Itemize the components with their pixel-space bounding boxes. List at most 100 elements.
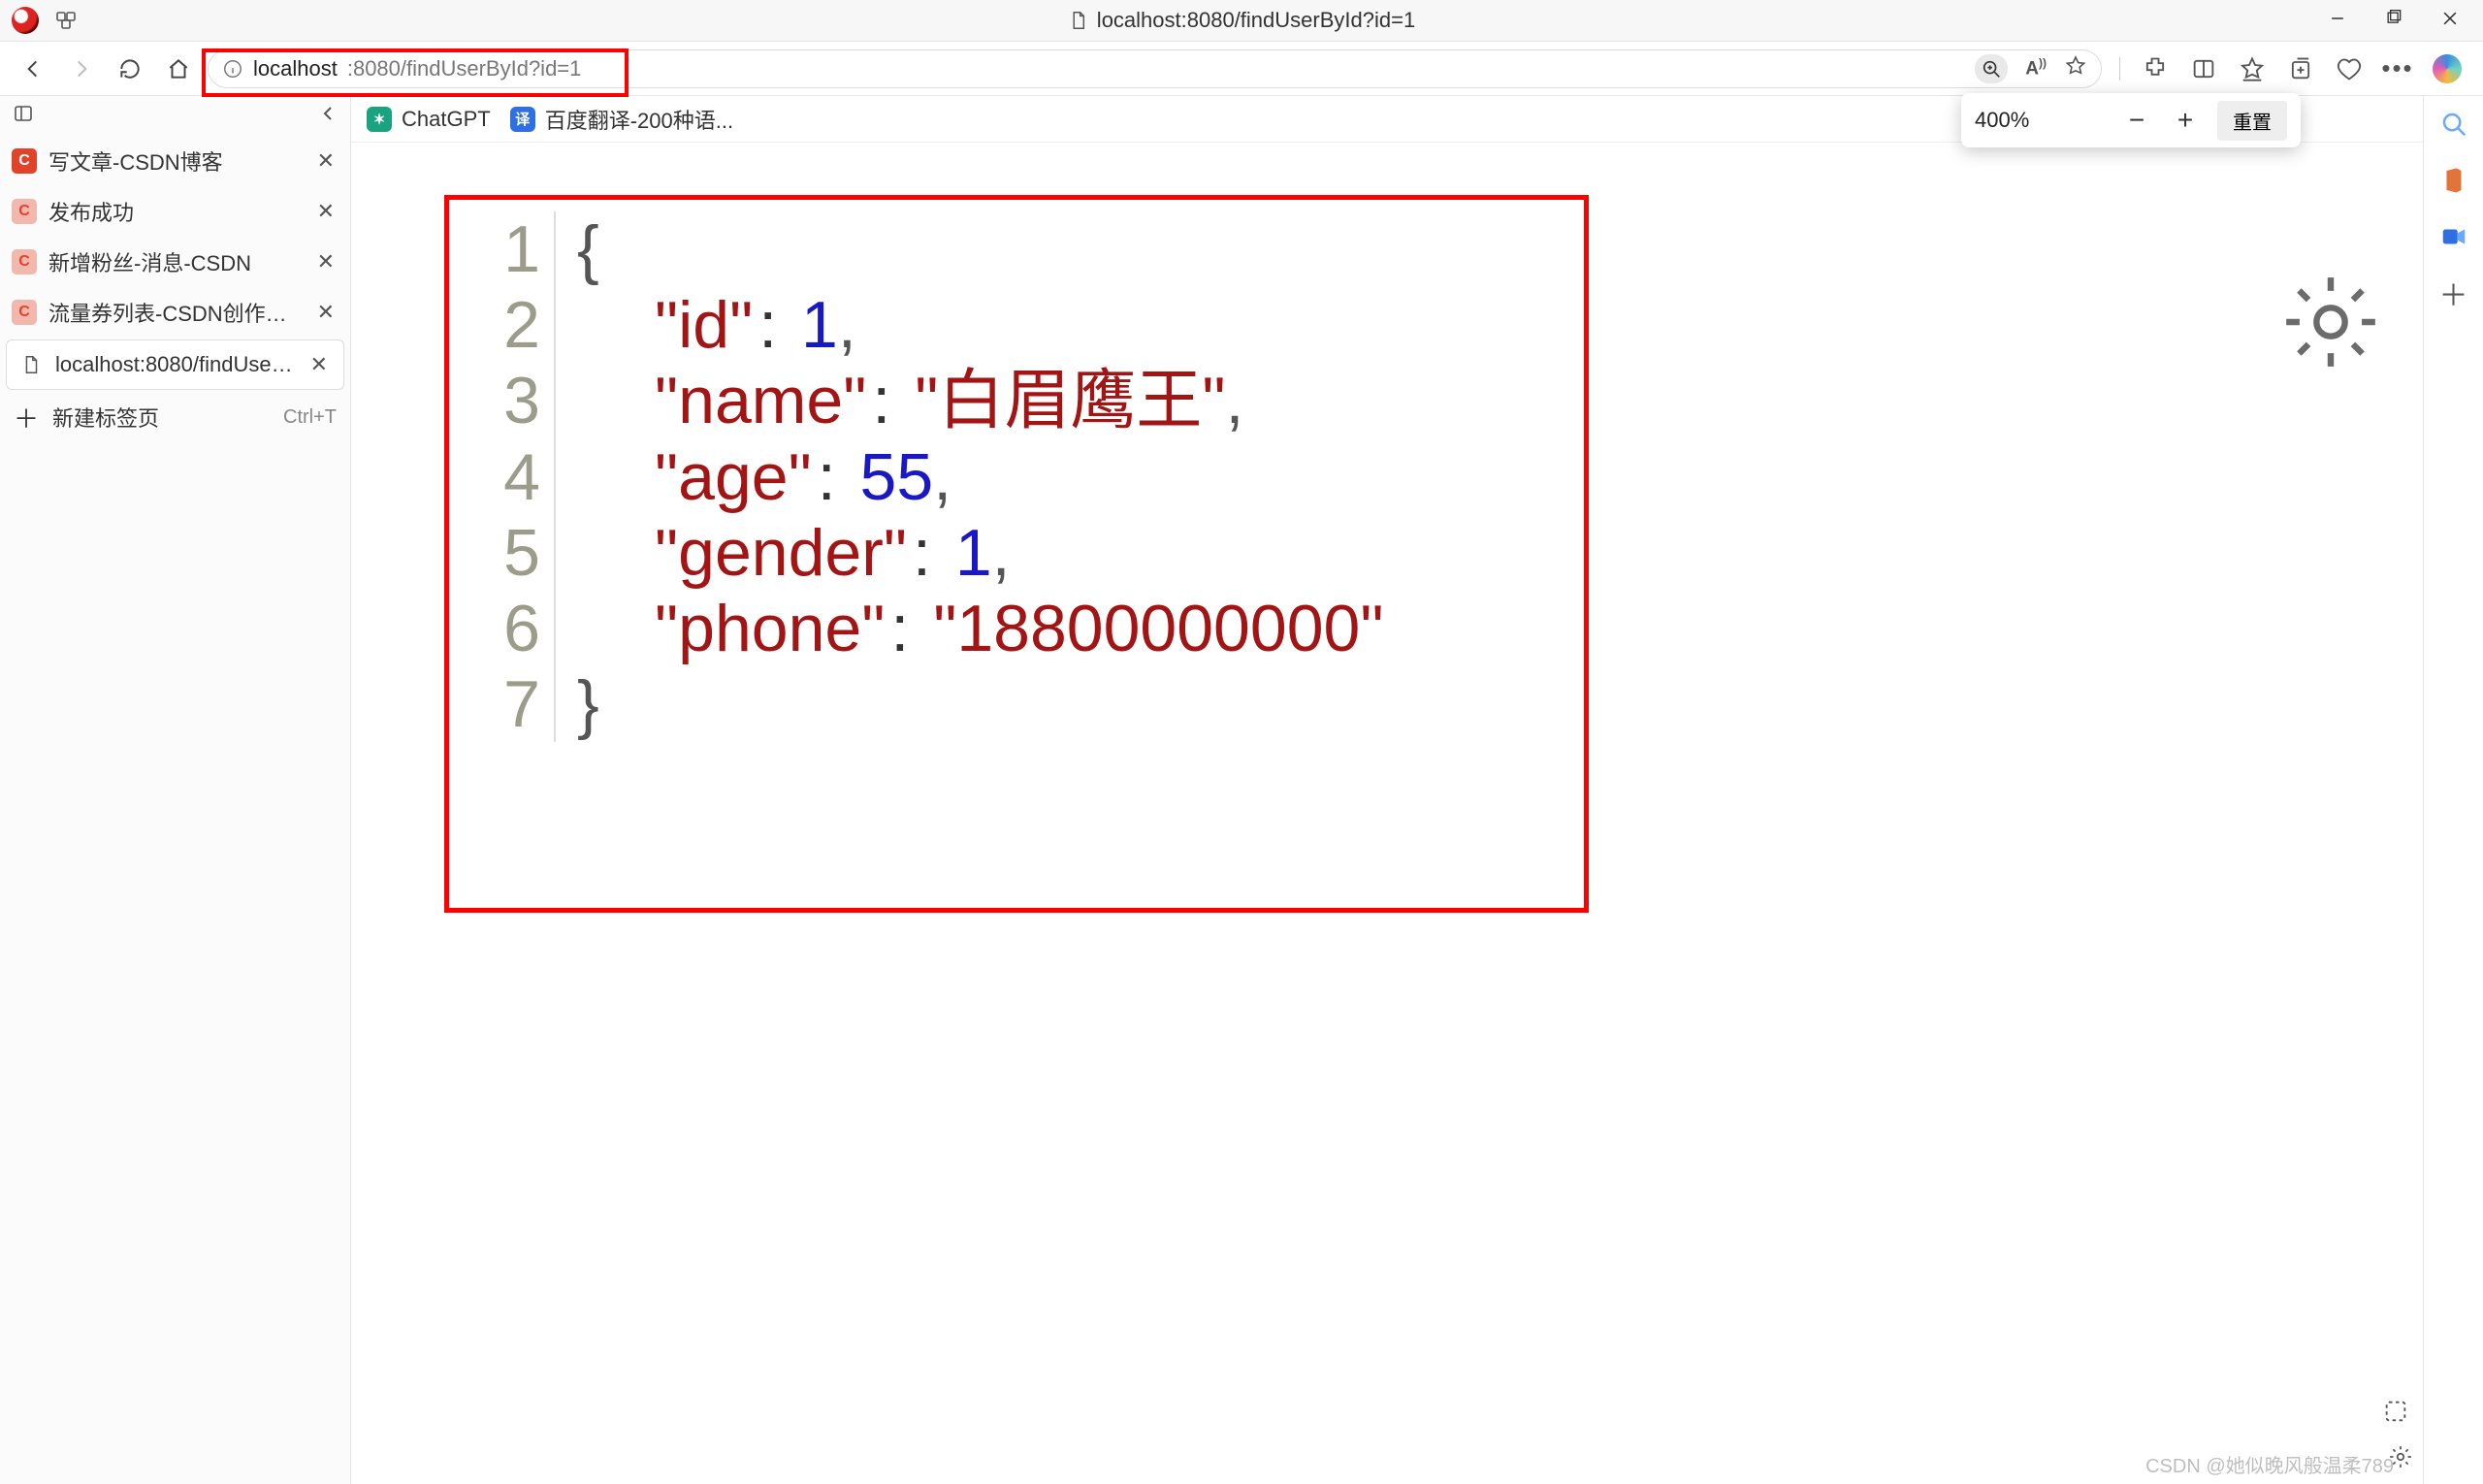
copilot-icon[interactable] — [2433, 54, 2462, 83]
line-number: 5 — [449, 515, 556, 591]
json-comma: , — [933, 439, 951, 515]
active-tab-title: localhost:8080/findUserById?id=1 — [1097, 8, 1415, 33]
vertical-tab-active[interactable]: localhost:8080/findUserById?id= ✕ — [6, 339, 344, 390]
json-value: "18800000000" — [933, 591, 1383, 666]
address-bar[interactable]: localhost:8080/findUserById?id=1 A)) — [208, 49, 2102, 88]
collections-icon[interactable] — [2287, 55, 2314, 82]
favorites-bar-item-label: 百度翻译-200种语... — [545, 104, 733, 135]
favicon-chatgpt-icon: ✶ — [367, 107, 392, 132]
line-number: 6 — [449, 591, 556, 666]
close-tab-button[interactable]: ✕ — [313, 300, 339, 325]
workspaces-icon[interactable] — [54, 9, 78, 32]
json-viewer-settings-icon[interactable] — [2277, 269, 2384, 380]
json-brace-close: } — [577, 666, 599, 742]
favicon-baidu-fanyi-icon: 译 — [510, 107, 535, 132]
close-tab-button[interactable]: ✕ — [313, 199, 339, 224]
new-tab-button[interactable]: ＋ 新建标签页 Ctrl+T — [0, 392, 350, 442]
zoom-out-button[interactable]: − — [2120, 104, 2153, 137]
line-number: 2 — [449, 287, 556, 363]
favorites-bar-item-label: ChatGPT — [402, 107, 491, 132]
json-comma: , — [1225, 363, 1243, 438]
vertical-tab[interactable]: C 写文章-CSDN博客 ✕ — [0, 136, 350, 186]
vertical-tab[interactable]: C 发布成功 ✕ — [0, 186, 350, 237]
new-tab-shortcut: Ctrl+T — [283, 406, 337, 429]
window-tab-strip: localhost:8080/findUserById?id=1 — [0, 0, 2483, 42]
line-number: 1 — [449, 211, 556, 287]
screenshot-icon[interactable] — [2382, 1398, 2409, 1430]
watermark: CSDN @她似晚风般温柔789 — [2145, 1450, 2394, 1478]
json-viewer: 1{ 2"id": 1, 3"name": "白眉鹰王", 4"age": 55… — [444, 195, 1589, 913]
zoom-in-button[interactable]: + — [2169, 104, 2202, 137]
vertical-tabs-toggle-icon[interactable] — [12, 102, 35, 130]
json-value: "白眉鹰王" — [915, 363, 1225, 438]
zoom-indicator-icon[interactable] — [1975, 54, 2008, 83]
back-button[interactable] — [14, 49, 52, 88]
plus-icon: ＋ — [14, 400, 39, 436]
json-line: 7} — [449, 666, 1555, 742]
close-tab-button[interactable]: ✕ — [313, 148, 339, 174]
home-button[interactable] — [159, 49, 198, 88]
extensions-icon[interactable] — [2142, 55, 2169, 82]
sidebar-outlook-icon[interactable] — [2439, 222, 2468, 251]
favorites-icon[interactable] — [2239, 55, 2266, 82]
zoom-reset-button[interactable]: 重置 — [2217, 101, 2287, 141]
page-content: 1{ 2"id": 1, 3"name": "白眉鹰王", 4"age": 55… — [351, 143, 2423, 1484]
json-colon: : — [753, 287, 783, 363]
json-value: 1 — [955, 515, 992, 591]
vertical-tab-label: 写文章-CSDN博客 — [48, 145, 302, 177]
json-value: 55 — [860, 439, 934, 515]
performance-icon[interactable] — [2336, 55, 2363, 82]
split-screen-icon[interactable] — [2190, 55, 2217, 82]
json-key: "age" — [655, 439, 812, 515]
active-tab[interactable]: localhost:8080/findUserById?id=1 — [1068, 8, 1415, 33]
zoom-popup: 400% − + 重置 — [1961, 93, 2301, 147]
refresh-button[interactable] — [111, 49, 149, 88]
favicon-csdn-icon: C — [12, 300, 37, 325]
page-settings-icon[interactable] — [2388, 1444, 2413, 1474]
line-number: 7 — [449, 666, 556, 742]
favicon-csdn-icon: C — [12, 199, 37, 224]
close-tab-button[interactable]: ✕ — [313, 249, 339, 274]
zoom-percent: 400% — [1975, 108, 2105, 133]
favicon-csdn-icon: C — [12, 148, 37, 174]
browser-toolbar: localhost:8080/findUserById?id=1 A)) ••• — [0, 42, 2483, 96]
sidebar-add-icon[interactable]: ＋ — [2439, 278, 2468, 307]
json-colon: : — [907, 515, 937, 591]
separator — [2119, 57, 2120, 81]
json-line: 4 "age": 55, — [449, 439, 1555, 515]
favorite-star-icon[interactable] — [2064, 54, 2087, 83]
minimize-button[interactable] — [2328, 9, 2347, 33]
line-number: 4 — [449, 439, 556, 515]
more-menu-icon[interactable]: ••• — [2384, 55, 2411, 82]
vertical-tab[interactable]: C 流量券列表-CSDN创作中心 ✕ — [0, 287, 350, 338]
json-key: "name" — [655, 363, 866, 438]
read-aloud-icon[interactable]: A)) — [2025, 56, 2047, 80]
forward-button[interactable] — [62, 49, 101, 88]
window-controls — [2328, 9, 2471, 33]
favicon-csdn-icon: C — [12, 249, 37, 274]
sidebar-office-icon[interactable] — [2439, 166, 2468, 195]
new-tab-label: 新建标签页 — [52, 402, 159, 433]
page-icon — [1068, 10, 1089, 31]
json-comma: , — [838, 287, 856, 363]
json-colon: : — [812, 439, 842, 515]
close-tab-button[interactable]: ✕ — [306, 352, 332, 377]
json-line: 1{ — [449, 211, 1555, 287]
profile-avatar[interactable] — [12, 7, 39, 34]
collapse-panel-icon[interactable] — [317, 102, 340, 130]
maximize-button[interactable] — [2384, 9, 2403, 33]
json-line: 5"gender": 1, — [449, 515, 1555, 591]
line-number: 3 — [449, 363, 556, 438]
favorites-bar-item[interactable]: ✶ ChatGPT — [367, 107, 491, 132]
favorites-bar-item[interactable]: 译 百度翻译-200种语... — [510, 104, 733, 135]
vertical-tab-label: 发布成功 — [48, 196, 302, 227]
json-colon: : — [866, 363, 896, 438]
site-info-icon[interactable] — [222, 58, 243, 80]
sidebar-search-icon[interactable] — [2439, 110, 2468, 139]
json-brace-open: { — [577, 211, 599, 287]
vertical-tab-label: 流量券列表-CSDN创作中心 — [48, 297, 302, 328]
url-path: :8080/findUserById?id=1 — [347, 56, 582, 81]
json-key: "gender" — [655, 515, 907, 591]
close-window-button[interactable] — [2440, 9, 2460, 33]
vertical-tab[interactable]: C 新增粉丝-消息-CSDN ✕ — [0, 237, 350, 287]
